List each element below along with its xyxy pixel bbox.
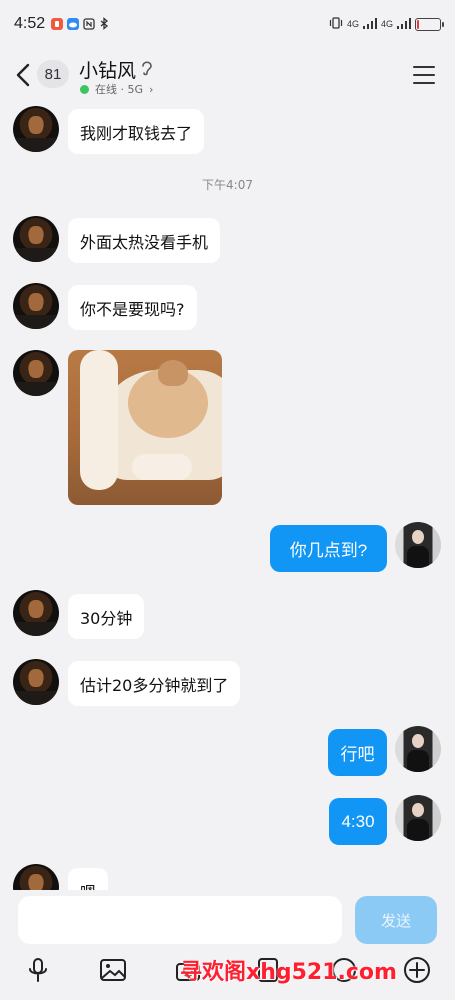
message-input[interactable] (18, 896, 342, 944)
hamburger-line (413, 82, 435, 84)
back-button[interactable] (12, 60, 36, 90)
incoming-message[interactable]: 嗯 (68, 868, 109, 890)
contact-avatar[interactable] (13, 864, 59, 890)
my-avatar[interactable] (395, 522, 441, 568)
input-bar: 发送 寻欢阁xhg521.com (0, 890, 455, 1000)
status-time: 4:52 (14, 15, 46, 32)
photo-detail (158, 360, 188, 386)
input-toolbar: 寻欢阁xhg521.com (0, 952, 455, 992)
vibrate-icon (329, 17, 343, 31)
plus-circle-icon (404, 957, 430, 983)
chevron-left-icon (16, 63, 30, 87)
chat-header: 81 小钻风 在线 · 5G › (0, 48, 455, 104)
incoming-message[interactable]: 我刚才取钱去了 (68, 109, 205, 154)
contact-name[interactable]: 小钻风 (79, 56, 136, 83)
shiba-dog-photo[interactable] (68, 350, 222, 505)
microphone-icon (29, 958, 47, 982)
my-avatar[interactable] (395, 795, 441, 841)
hamburger-line (413, 66, 435, 68)
online-status-text: 在线 · 5G (95, 83, 144, 96)
notification-app-icon (51, 15, 64, 34)
contact-avatar[interactable] (13, 106, 59, 152)
outgoing-message[interactable]: 4:30 (329, 798, 387, 845)
incoming-message[interactable]: 外面太热没看手机 (68, 218, 221, 263)
signal-icon-2 (397, 17, 411, 31)
incoming-message[interactable]: 30分钟 (68, 594, 145, 639)
unread-count-badge[interactable]: 81 (37, 60, 69, 88)
status-indicators: 4G 4G (329, 17, 444, 31)
incoming-message[interactable]: 你不是要现吗? (68, 285, 197, 330)
menu-button[interactable] (413, 66, 435, 84)
image-icon (100, 959, 126, 981)
ear-icon (140, 59, 154, 81)
nfc-icon (83, 15, 95, 34)
photo-detail (132, 454, 192, 480)
contact-avatar[interactable] (13, 350, 59, 396)
watermark: 寻欢阁xhg521.com (180, 960, 397, 985)
online-status[interactable]: 在线 · 5G › (80, 81, 153, 97)
voice-button[interactable] (24, 956, 52, 984)
network-label-2: 4G (380, 19, 393, 29)
network-label-1: 4G (346, 19, 359, 29)
outgoing-message[interactable]: 行吧 (328, 729, 387, 776)
contact-avatar[interactable] (13, 216, 59, 262)
hamburger-line (413, 74, 435, 76)
online-dot (80, 84, 89, 94)
message-list[interactable]: 我刚才取钱去了 下午4:07 外面太热没看手机 你不是要现吗? 你几点到? 30… (0, 104, 455, 890)
cloud-app-icon (67, 15, 80, 34)
my-avatar[interactable] (395, 726, 441, 772)
incoming-message[interactable]: 估计20多分钟就到了 (68, 661, 241, 706)
photo-button[interactable] (99, 956, 127, 984)
battery-level (417, 19, 420, 29)
outgoing-message[interactable]: 你几点到? (270, 525, 387, 572)
status-bar: 4:52 4G 4G (0, 0, 455, 48)
battery-icon (415, 17, 444, 31)
message-timestamp: 下午4:07 (202, 178, 253, 192)
send-button[interactable]: 发送 (355, 896, 437, 944)
contact-avatar[interactable] (13, 590, 59, 636)
chevron-right-icon: › (149, 82, 154, 96)
contact-avatar[interactable] (13, 659, 59, 705)
photo-detail (80, 350, 118, 490)
contact-avatar[interactable] (13, 283, 59, 329)
more-button[interactable] (403, 956, 431, 984)
signal-icon (362, 17, 377, 31)
bluetooth-icon (99, 15, 109, 34)
